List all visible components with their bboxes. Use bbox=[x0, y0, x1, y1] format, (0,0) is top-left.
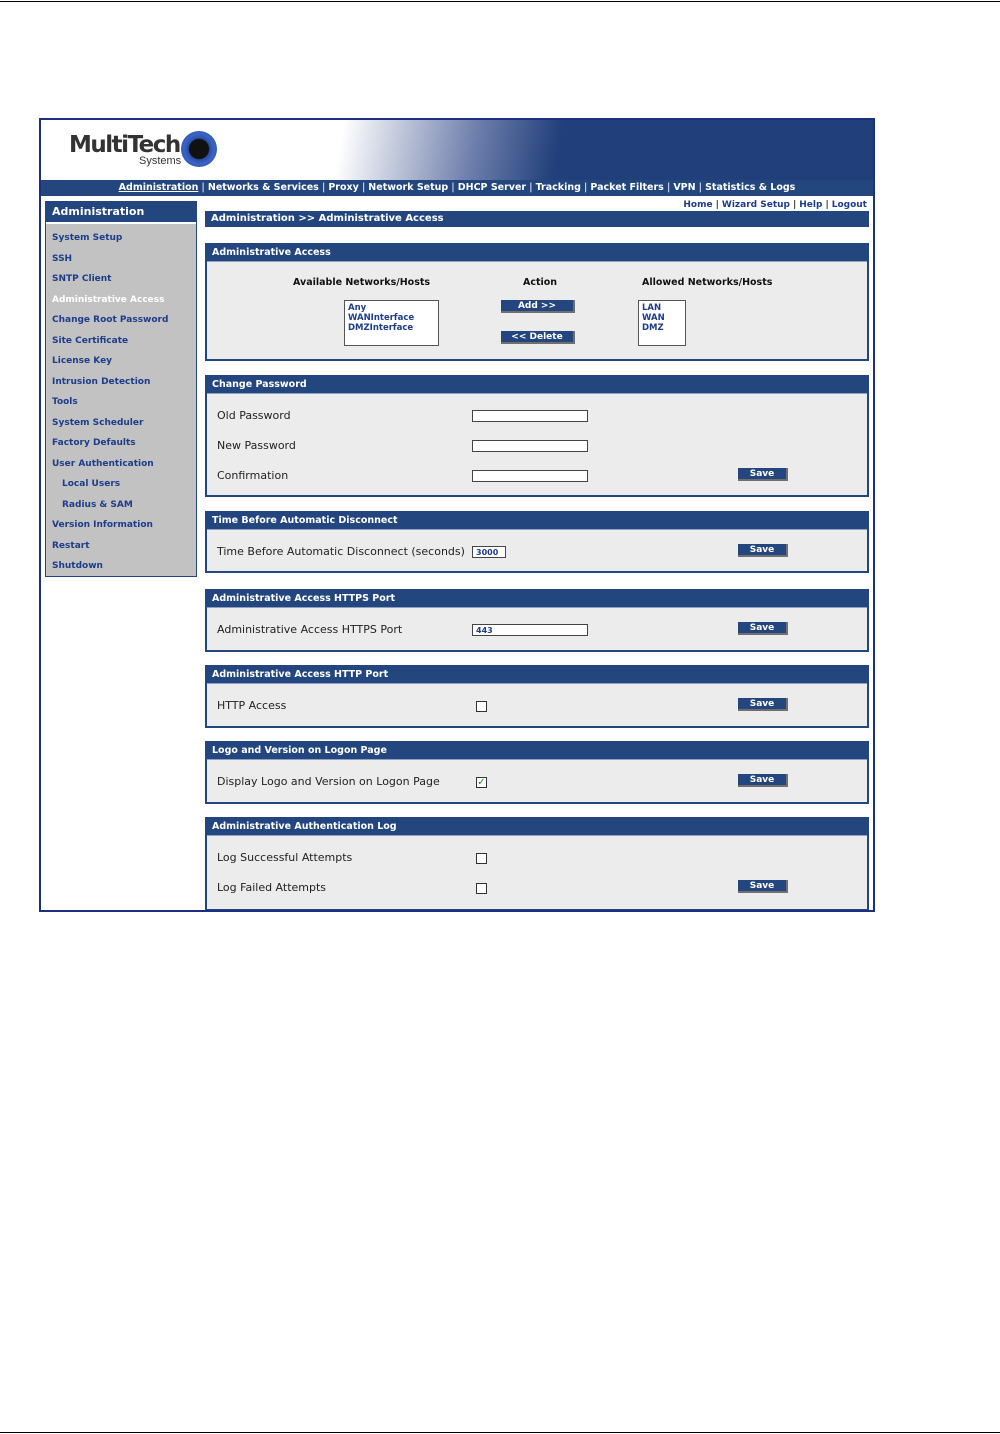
sidebar-title: Administration bbox=[46, 202, 196, 224]
utility-separator: | bbox=[792, 200, 797, 210]
new-password-label: New Password bbox=[217, 439, 296, 452]
https-port-label: Administrative Access HTTPS Port bbox=[217, 623, 403, 636]
list-option[interactable]: Any bbox=[348, 303, 435, 313]
sidebar-item-radius-sam[interactable]: Radius & SAM bbox=[46, 495, 196, 516]
utility-links: Home | Wizard Setup | Help | Logout bbox=[683, 200, 867, 210]
page-top-rule bbox=[0, 1, 1000, 2]
section-title: Administrative Access HTTPS Port bbox=[207, 591, 867, 608]
sidebar-item-sntp-client[interactable]: SNTP Client bbox=[46, 269, 196, 290]
disconnect-label: Time Before Automatic Disconnect (second… bbox=[217, 545, 465, 558]
http-access-label: HTTP Access bbox=[217, 699, 287, 712]
section-logo-version: Logo and Version on Logon Page Display L… bbox=[205, 741, 869, 804]
top-navigation: Administration | Networks & Services | Proxy… bbox=[41, 180, 873, 196]
add-button[interactable]: Add >> bbox=[501, 300, 575, 313]
section-change-password: Change Password Old Password New Passwor… bbox=[205, 375, 869, 497]
section-title: Administrative Access bbox=[207, 245, 867, 262]
section-title: Administrative Access HTTP Port bbox=[207, 667, 867, 684]
sidebar-item-system-scheduler[interactable]: System Scheduler bbox=[46, 413, 196, 434]
sidebar-item-site-certificate[interactable]: Site Certificate bbox=[46, 331, 196, 352]
logo-disc-icon bbox=[181, 131, 217, 167]
list-option[interactable]: WAN bbox=[642, 313, 682, 323]
log-successful-checkbox[interactable] bbox=[476, 853, 487, 864]
logo-version-save-button[interactable]: Save bbox=[738, 774, 788, 787]
old-password-input[interactable] bbox=[472, 410, 588, 422]
confirmation-label: Confirmation bbox=[217, 469, 289, 482]
sidebar-item-change-root-password[interactable]: Change Root Password bbox=[46, 310, 196, 331]
allowed-networks-listbox[interactable]: LAN WAN DMZ bbox=[638, 300, 686, 346]
nav-proxy[interactable]: Proxy bbox=[325, 182, 362, 193]
https-port-save-button[interactable]: Save bbox=[738, 622, 788, 635]
nav-statistics-logs[interactable]: Statistics & Logs bbox=[702, 182, 798, 193]
sidebar-item-local-users[interactable]: Local Users bbox=[46, 474, 196, 495]
sidebar-list: System Setup SSH SNTP Client Administrative… bbox=[46, 224, 196, 577]
old-password-label: Old Password bbox=[217, 409, 291, 422]
log-failed-checkbox[interactable] bbox=[476, 883, 487, 894]
checkmark-icon: ✓ bbox=[477, 777, 486, 788]
section-http-port: Administrative Access HTTP Port HTTP Acc… bbox=[205, 665, 869, 728]
nav-administration[interactable]: Administration bbox=[116, 182, 202, 193]
display-logo-version-checkbox[interactable]: ✓ bbox=[476, 777, 487, 788]
auth-log-save-button[interactable]: Save bbox=[738, 880, 788, 893]
utility-separator: | bbox=[715, 200, 719, 210]
log-failed-label: Log Failed Attempts bbox=[217, 881, 327, 894]
sidebar-item-factory-defaults[interactable]: Factory Defaults bbox=[46, 433, 196, 454]
section-https-port: Administrative Access HTTPS Port Adminis… bbox=[205, 589, 869, 652]
nav-dhcp-server[interactable]: DHCP Server bbox=[455, 182, 529, 193]
app-header: MultiTech Systems bbox=[41, 120, 873, 180]
page-bottom-rule bbox=[0, 1432, 1000, 1433]
help-link[interactable]: Help bbox=[799, 200, 822, 210]
nav-network-setup[interactable]: Network Setup bbox=[365, 182, 451, 193]
sidebar-item-system-setup[interactable]: System Setup bbox=[46, 228, 196, 249]
disconnect-seconds-input[interactable]: 3000 bbox=[472, 546, 506, 558]
log-successful-label: Log Successful Attempts bbox=[217, 851, 353, 864]
sidebar-item-administrative-access[interactable]: Administrative Access bbox=[46, 290, 196, 311]
sidebar-item-shutdown[interactable]: Shutdown bbox=[46, 556, 196, 577]
sidebar-item-ssh[interactable]: SSH bbox=[46, 249, 196, 270]
change-password-save-button[interactable]: Save bbox=[738, 468, 788, 481]
http-access-checkbox[interactable] bbox=[476, 701, 487, 712]
logout-link[interactable]: Logout bbox=[832, 200, 867, 210]
new-password-input[interactable] bbox=[472, 440, 588, 452]
available-networks-header: Available Networks/Hosts bbox=[293, 277, 431, 288]
sidebar-item-version-information[interactable]: Version Information bbox=[46, 515, 196, 536]
action-header: Action bbox=[523, 277, 558, 288]
allowed-networks-header: Allowed Networks/Hosts bbox=[642, 277, 773, 288]
display-logo-version-label: Display Logo and Version on Logon Page bbox=[217, 775, 440, 788]
nav-tracking[interactable]: Tracking bbox=[533, 182, 584, 193]
list-option[interactable]: DMZInterface bbox=[348, 323, 435, 333]
wizard-setup-link[interactable]: Wizard Setup bbox=[722, 200, 790, 210]
delete-button[interactable]: << Delete bbox=[501, 331, 575, 344]
nav-packet-filters[interactable]: Packet Filters bbox=[587, 182, 666, 193]
section-title: Logo and Version on Logon Page bbox=[207, 743, 867, 760]
sidebar-item-tools[interactable]: Tools bbox=[46, 392, 196, 413]
breadcrumb: Administration >> Administrative Access bbox=[205, 211, 869, 227]
section-authentication-log: Administrative Authentication Log Log Su… bbox=[205, 817, 869, 910]
sidebar-item-intrusion-detection[interactable]: Intrusion Detection bbox=[46, 372, 196, 393]
browser-frame: MultiTech Systems Administration | Network… bbox=[39, 118, 875, 912]
nav-vpn[interactable]: VPN bbox=[670, 182, 698, 193]
sidebar: Administration System Setup SSH SNTP Clien… bbox=[45, 201, 197, 577]
section-administrative-access: Administrative Access Available Networks… bbox=[205, 243, 869, 361]
available-networks-listbox[interactable]: Any WANInterface DMZInterface bbox=[344, 300, 439, 346]
section-title: Change Password bbox=[207, 377, 867, 394]
list-option[interactable]: DMZ bbox=[642, 323, 682, 333]
multitech-logo: MultiTech Systems bbox=[69, 130, 229, 172]
sidebar-item-user-authentication[interactable]: User Authentication bbox=[46, 454, 196, 475]
section-time-before-disconnect: Time Before Automatic Disconnect Time Be… bbox=[205, 511, 869, 573]
list-option[interactable]: LAN bbox=[642, 303, 682, 313]
section-title: Time Before Automatic Disconnect bbox=[207, 513, 867, 530]
section-title: Administrative Authentication Log bbox=[207, 819, 867, 836]
confirmation-input[interactable] bbox=[472, 470, 588, 482]
nav-networks-services[interactable]: Networks & Services bbox=[205, 182, 322, 193]
https-port-input[interactable]: 443 bbox=[472, 624, 588, 636]
http-port-save-button[interactable]: Save bbox=[738, 698, 788, 711]
disconnect-save-button[interactable]: Save bbox=[738, 544, 788, 557]
sidebar-item-license-key[interactable]: License Key bbox=[46, 351, 196, 372]
list-option[interactable]: WANInterface bbox=[348, 313, 435, 323]
home-link[interactable]: Home bbox=[683, 200, 712, 210]
sidebar-item-restart[interactable]: Restart bbox=[46, 536, 196, 557]
utility-separator: | bbox=[825, 200, 829, 210]
logo-subtitle: Systems bbox=[139, 155, 182, 167]
